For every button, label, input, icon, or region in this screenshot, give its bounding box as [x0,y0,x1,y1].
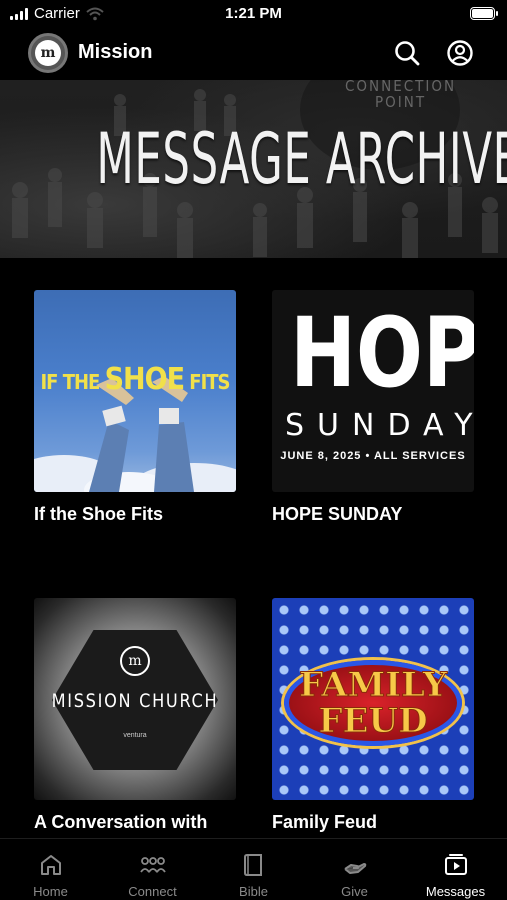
tab-label: Connect [128,884,177,899]
hero-sign-text: CONNECTION POINT [345,80,456,110]
message-card-feud[interactable]: FAMILY FEUD Family Feud [272,598,474,833]
card-thumbnail[interactable]: HOPE SUNDAY JUNE 8, 2025 • ALL SERVICES [272,290,474,492]
card-thumbnail[interactable]: FAMILY FEUD [272,598,474,800]
status-bar: Carrier 1:21 PM [0,0,507,30]
hero-banner: CONNECTION POINT MESSAGE ARCHIVE [0,80,507,258]
tab-bar: Home Connect Bible Give Messages [0,838,507,900]
home-icon [40,855,61,875]
book-icon [243,854,262,876]
tab-give[interactable]: Give [304,839,405,900]
tab-bible[interactable]: Bible [203,839,304,900]
app-title: Mission [78,41,153,63]
mission-logo: m [120,646,150,676]
church-logo[interactable]: m [28,33,68,73]
battery-icon [470,7,498,20]
message-card-hope[interactable]: HOPE SUNDAY JUNE 8, 2025 • ALL SERVICES … [272,290,474,525]
art-text-bold: SHOE [104,362,185,397]
art-text: FITS [184,370,230,394]
mission-art-location: ventura [123,732,147,739]
feud-art-line1: FAMILY [298,665,448,705]
tab-label: Home [33,884,68,899]
tab-label: Messages [425,884,486,899]
profile-icon[interactable] [446,39,474,67]
search-icon[interactable] [393,39,421,67]
logo-letter: m [35,40,61,66]
sign-line2: POINT [375,93,427,111]
message-card-conversation[interactable]: m MISSION CHURCH ventura A Conversation … [34,598,236,833]
hope-art-title: HOPE [290,297,474,409]
card-title: Family Feud [272,812,378,832]
card-thumbnail[interactable]: IF THE SHOE FITS [34,290,236,492]
status-time: 1:21 PM [225,5,282,22]
tab-messages[interactable]: Messages [405,839,506,900]
tab-label: Give [341,884,368,899]
card-title: A Conversation with [34,812,208,832]
message-card-shoe[interactable]: IF THE SHOE FITS If the Shoe Fits [34,290,236,525]
app-header: m Mission [0,30,507,76]
tab-connect[interactable]: Connect [102,839,203,900]
hope-art-date: JUNE 8, 2025 • ALL SERVICES [280,450,466,462]
give-hand-icon [343,863,366,874]
hope-art-subtitle: SUNDAY [285,408,474,443]
tab-label: Bible [239,884,268,899]
shoe-art-title: IF THE SHOE FITS [34,362,236,397]
sign-line1: CONNECTION [345,80,457,95]
card-title: If the Shoe Fits [34,504,164,524]
play-screen-icon [444,854,467,875]
tab-home[interactable]: Home [0,839,101,900]
people-icon [139,857,166,873]
mission-art-title: MISSION CHURCH [51,690,219,712]
hero-title: MESSAGE ARCHIVE [96,118,507,200]
feud-art-line2: FEUD [318,701,428,741]
art-text: IF THE [40,370,105,394]
card-thumbnail[interactable]: m MISSION CHURCH ventura [34,598,236,800]
card-title: HOPE SUNDAY [272,504,403,524]
